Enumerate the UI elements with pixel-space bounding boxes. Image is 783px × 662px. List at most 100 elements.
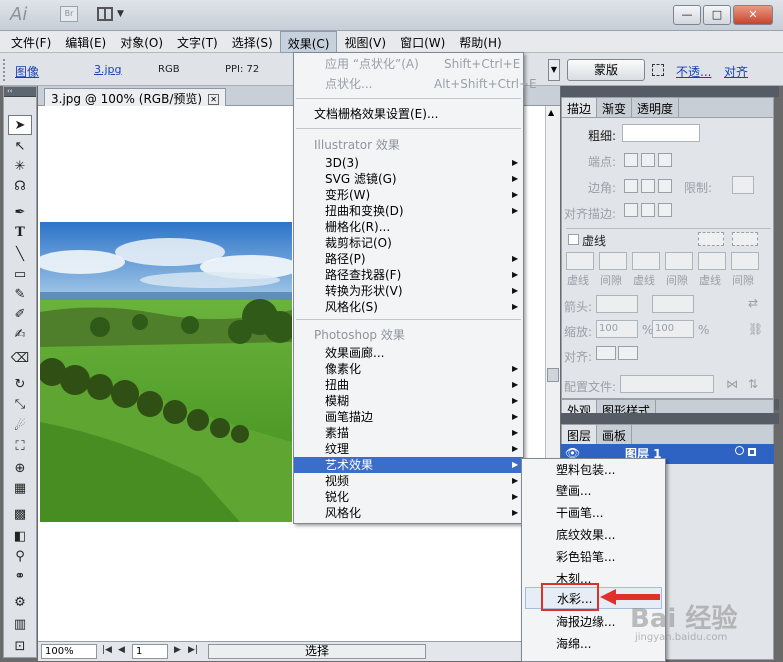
gap-field-2[interactable] (665, 252, 693, 270)
menu-item-brush-strokes[interactable]: 画笔描边 ▶ (294, 409, 523, 425)
align-link[interactable]: 对齐 (724, 63, 748, 80)
tab-artboards[interactable]: 画板 (597, 425, 633, 444)
opacity-link[interactable]: 不透... (676, 63, 711, 80)
dropdown-button[interactable]: ▼ (548, 59, 560, 81)
menu-item-rasterize[interactable]: 栅格化(R)... (294, 219, 523, 235)
file-link[interactable]: 3.jpg (94, 63, 122, 76)
scroll-up-icon[interactable]: ▲ (548, 108, 554, 117)
scroll-thumb[interactable] (547, 368, 559, 382)
bridge-button[interactable]: Br (60, 6, 78, 22)
dash-preserve-icon[interactable] (698, 232, 724, 246)
next-page-icon[interactable]: ▶ (174, 645, 181, 655)
link-scale-icon[interactable]: ⛓ (748, 322, 763, 336)
pen-tool-icon[interactable]: ✒ (8, 203, 32, 223)
round-cap-icon[interactable] (641, 153, 655, 167)
eraser-tool-icon[interactable]: ⌫ (8, 349, 32, 369)
menu-item-pixelate[interactable]: 像素化 ▶ (294, 361, 523, 377)
menu-item-raster-settings[interactable]: 文档栅格效果设置(E)... (294, 106, 523, 122)
graph-tool-icon[interactable]: ▥ (8, 615, 32, 635)
miter-join-icon[interactable] (624, 179, 638, 193)
submenu-item-fresco[interactable]: 壁画... (522, 480, 665, 502)
symbol-sprayer-tool-icon[interactable]: ⚙ (8, 593, 32, 613)
minimize-button[interactable]: — (673, 5, 701, 25)
gradient-tool-icon[interactable]: ◧ (8, 527, 32, 547)
tools-panel-header[interactable]: ‹‹ (4, 87, 36, 97)
close-icon[interactable]: ✕ (208, 94, 220, 105)
mesh-tool-icon[interactable]: ▩ (8, 505, 32, 525)
gap-field-3[interactable] (731, 252, 759, 270)
blob-brush-tool-icon[interactable]: ✍ (8, 325, 32, 345)
menu-edit[interactable]: 编辑(E) (58, 31, 113, 53)
menu-item-crop-marks[interactable]: 裁剪标记(O) (294, 235, 523, 251)
landscape-image[interactable] (40, 222, 292, 522)
end-arrow-select[interactable] (652, 295, 694, 313)
swap-arrows-icon[interactable]: ⇄ (748, 296, 758, 310)
dash-field-1[interactable] (566, 252, 594, 270)
lasso-tool-icon[interactable]: ☊ (8, 177, 32, 197)
prev-page-icon[interactable]: ◀ (118, 645, 125, 655)
arrow-tip-place-icon[interactable] (618, 346, 638, 360)
menu-effect[interactable]: 效果(C) (279, 31, 338, 53)
menu-item-distort-transform[interactable]: 扭曲和变换(D) ▶ (294, 203, 523, 219)
square-cap-icon[interactable] (658, 153, 672, 167)
line-tool-icon[interactable]: ╲ (8, 245, 32, 265)
align-outside-icon[interactable] (658, 203, 672, 217)
menu-item-video[interactable]: 视频 ▶ (294, 473, 523, 489)
selection-tool-icon[interactable]: ➤ (8, 115, 32, 135)
menu-item-pathfinder[interactable]: 路径查找器(F) ▶ (294, 267, 523, 283)
menu-item-warp[interactable]: 变形(W) ▶ (294, 187, 523, 203)
last-page-icon[interactable]: ▶| (188, 645, 198, 655)
submenu-item-plastic-wrap[interactable]: 塑料包装... (522, 459, 665, 481)
menu-object[interactable]: 对象(O) (113, 31, 170, 53)
close-button[interactable]: ✕ (733, 5, 773, 25)
menu-type[interactable]: 文字(T) (170, 31, 225, 53)
mask-button[interactable]: 蒙版 (567, 59, 645, 81)
blend-tool-icon[interactable]: ⚭ (8, 567, 32, 587)
rectangle-tool-icon[interactable]: ▭ (8, 265, 32, 285)
weight-field[interactable] (622, 124, 700, 142)
menu-help[interactable]: 帮助(H) (452, 31, 508, 53)
menu-item-stylize-ps[interactable]: 风格化 ▶ (294, 505, 523, 521)
free-transform-tool-icon[interactable]: ⛶ (8, 437, 32, 457)
artboard-tool-icon[interactable]: ⊡ (8, 637, 32, 657)
menu-item-artistic[interactable]: 艺术效果 ▶ (294, 457, 523, 473)
target-icon[interactable] (735, 446, 744, 455)
zoom-field[interactable]: 100% (41, 644, 97, 659)
pencil-tool-icon[interactable]: ✐ (8, 305, 32, 325)
align-center-icon[interactable] (624, 203, 638, 217)
menu-item-sharpen[interactable]: 锐化 ▶ (294, 489, 523, 505)
start-arrow-select[interactable] (596, 295, 638, 313)
tab-transparency[interactable]: 透明度 (632, 98, 680, 117)
menu-select[interactable]: 选择(S) (225, 31, 280, 53)
direct-selection-tool-icon[interactable]: ↖ (8, 137, 32, 157)
submenu-item-underpainting[interactable]: 底纹效果... (522, 524, 665, 546)
menu-file[interactable]: 文件(F) (4, 31, 58, 53)
dash-align-icon[interactable] (732, 232, 758, 246)
paintbrush-tool-icon[interactable]: ✎ (8, 285, 32, 305)
bevel-join-icon[interactable] (658, 179, 672, 193)
document-tab[interactable]: 3.jpg @ 100% (RGB/预览) ✕ (44, 88, 227, 106)
scale-tool-icon[interactable]: ⤡ (8, 395, 32, 415)
menu-item-blur[interactable]: 模糊 ▶ (294, 393, 523, 409)
menu-window[interactable]: 窗口(W) (393, 31, 452, 53)
warp-tool-icon[interactable]: ☄ (8, 417, 32, 437)
butt-cap-icon[interactable] (624, 153, 638, 167)
maximize-button[interactable]: □ (703, 5, 731, 25)
menu-item-path[interactable]: 路径(P) ▶ (294, 251, 523, 267)
menu-item-convert-to-shape[interactable]: 转换为形状(V) ▶ (294, 283, 523, 299)
submenu-item-dry-brush[interactable]: 干画笔... (522, 502, 665, 524)
selection-square-icon[interactable] (748, 448, 756, 456)
image-link[interactable]: 图像 (15, 63, 39, 80)
arrange-documents-button[interactable]: ▼ (95, 6, 127, 24)
first-page-icon[interactable]: |◀ (102, 645, 112, 655)
shape-builder-tool-icon[interactable]: ⊕ (8, 459, 32, 479)
menu-item-texture[interactable]: 纹理 ▶ (294, 441, 523, 457)
eyedropper-tool-icon[interactable]: ⚲ (8, 547, 32, 567)
status-selector[interactable]: 选择 (208, 644, 426, 659)
magic-wand-tool-icon[interactable]: ✳ (8, 157, 32, 177)
limit-field[interactable] (732, 176, 754, 194)
dash-field-3[interactable] (698, 252, 726, 270)
type-tool-icon[interactable]: T (8, 223, 32, 243)
gap-field-1[interactable] (599, 252, 627, 270)
menu-item-effect-gallery[interactable]: 效果画廊... (294, 345, 523, 361)
